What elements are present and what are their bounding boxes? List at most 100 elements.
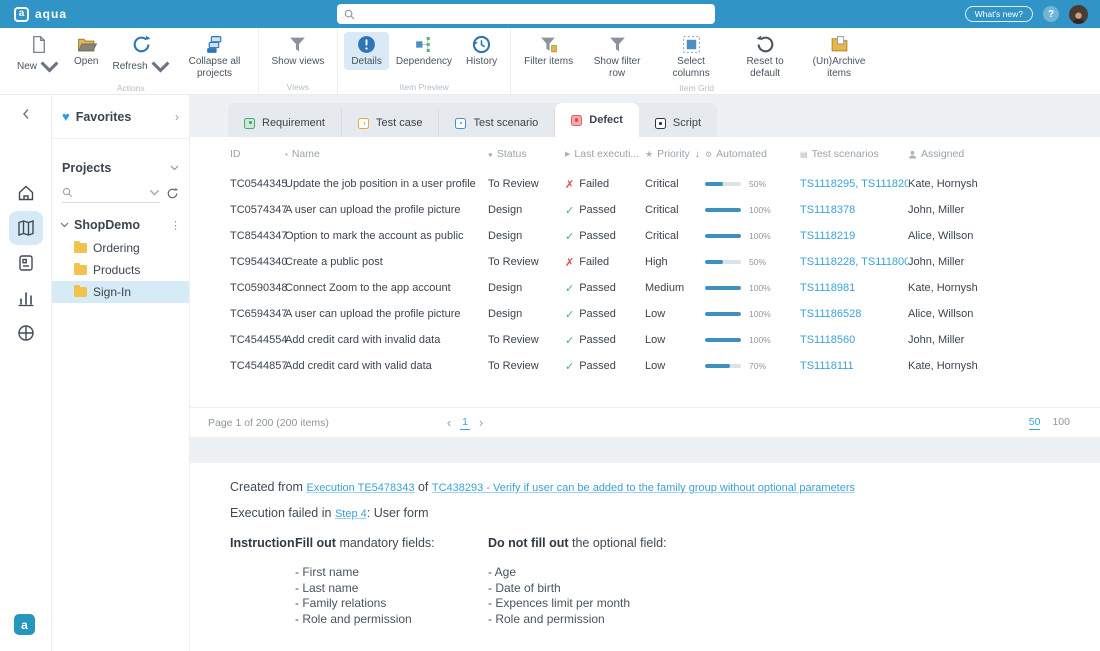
page-size-100[interactable]: 100: [1052, 416, 1070, 430]
prev-page-button[interactable]: ‹: [447, 415, 451, 430]
open-folder-icon: [76, 34, 97, 55]
help-icon[interactable]: ?: [1043, 6, 1059, 22]
tab-requirement[interactable]: Requirement: [228, 109, 342, 137]
search-input[interactable]: [360, 9, 708, 20]
collapse-sidebar-button[interactable]: [20, 107, 32, 126]
cell-test-scenarios: TS1118981: [800, 282, 908, 294]
page-number[interactable]: 1: [460, 416, 470, 430]
avatar[interactable]: [1069, 5, 1088, 24]
test-scenario-link[interactable]: TS1118219: [800, 230, 855, 242]
test-case-link[interactable]: TC438293 - Verify if user can be added t…: [432, 482, 855, 494]
progress-bar: [705, 234, 741, 238]
instruction-item: - Role and permission: [295, 612, 488, 628]
table-row[interactable]: TC0590348 Connect Zoom to the app accoun…: [230, 275, 1070, 301]
tab-script[interactable]: Script: [639, 109, 717, 137]
details-label: Details: [351, 56, 382, 68]
next-page-button[interactable]: ›: [479, 415, 483, 430]
kebab-menu-icon[interactable]: ⋮: [170, 219, 181, 232]
instruction-item: - Last name: [295, 581, 488, 597]
table-row[interactable]: TC0574347 A user can upload the profile …: [230, 197, 1070, 223]
chevron-right-icon[interactable]: ›: [175, 110, 179, 124]
search-icon: [344, 9, 355, 20]
favorites-row[interactable]: ♥ Favorites ›: [52, 95, 189, 139]
tree-item-sign-in[interactable]: Sign-In: [52, 281, 189, 303]
step-link[interactable]: Step 4: [335, 508, 367, 520]
dependency-button[interactable]: Dependency: [389, 32, 459, 70]
select-columns-button[interactable]: Select columns: [654, 32, 728, 81]
whats-new-button[interactable]: What's new?: [965, 6, 1033, 22]
refresh-button[interactable]: Refresh: [105, 32, 177, 79]
open-button[interactable]: Open: [67, 32, 105, 70]
table-row[interactable]: TC4544554 Add credit card with invalid d…: [230, 327, 1070, 353]
select-columns-label: Select columns: [661, 56, 721, 79]
failed-suffix-text: : User form: [367, 506, 429, 520]
test-scenario-link[interactable]: TS1118111: [800, 360, 854, 372]
test-scenario-link[interactable]: TS1118560: [800, 334, 855, 346]
table-row[interactable]: TC6594347 A user can upload the profile …: [230, 301, 1070, 327]
column-header-status[interactable]: ●Status: [488, 148, 565, 160]
page-size-50[interactable]: 50: [1029, 416, 1041, 430]
chevron-down-icon[interactable]: [149, 187, 160, 198]
test-scenario-link[interactable]: TS11186528: [800, 308, 861, 320]
column-header-automated[interactable]: ⚙Automated: [705, 148, 800, 160]
unarchive-items-button[interactable]: (Un)Archive items: [802, 32, 876, 81]
table-row[interactable]: TC4544857 Add credit card with valid dat…: [230, 353, 1070, 379]
global-search[interactable]: [337, 4, 715, 24]
chevron-down-icon[interactable]: [60, 222, 69, 228]
collapse-all-projects-button[interactable]: Collapse all projects: [178, 32, 252, 81]
cell-last-execution: ✓ Passed: [565, 308, 645, 321]
cell-priority: Critical: [645, 230, 705, 242]
table-row[interactable]: TC9544340 Create a public post To Review…: [230, 249, 1070, 275]
column-header-name[interactable]: ▪Name: [285, 148, 488, 160]
tab-test-scenario[interactable]: Test scenario: [439, 109, 555, 137]
table-row[interactable]: TC0544345 Update the job position in a u…: [230, 171, 1070, 197]
rail-home-button[interactable]: [9, 176, 43, 210]
cell-automated: 100%: [705, 231, 800, 241]
rail-reports-button[interactable]: [9, 246, 43, 280]
refresh-label: Refresh: [112, 61, 147, 73]
tab-test-case[interactable]: Test case: [342, 109, 439, 137]
aqua-footer-logo-icon: a: [14, 614, 35, 635]
rail-integrations-button[interactable]: [9, 316, 43, 350]
rail-charts-button[interactable]: [9, 281, 43, 315]
cell-test-scenarios: TS1118378: [800, 204, 908, 216]
column-header-id[interactable]: ID: [230, 148, 285, 160]
show-filter-row-button[interactable]: Show filter row: [580, 32, 654, 81]
star-icon: ★: [645, 149, 653, 160]
cell-automated: 100%: [705, 283, 800, 293]
reset-to-default-button[interactable]: Reset to default: [728, 32, 802, 81]
cell-name: A user can upload the profile picture: [285, 204, 488, 216]
test-scenario-link[interactable]: TS1118228, TS1118002: [800, 256, 908, 268]
new-button[interactable]: New: [10, 32, 67, 79]
column-header-assigned[interactable]: Assigned: [908, 148, 1070, 160]
column-header-last-execution[interactable]: ▶Last executi...: [565, 148, 645, 160]
project-search-input[interactable]: [62, 183, 160, 203]
projects-header[interactable]: Projects: [52, 139, 189, 183]
show-views-button[interactable]: Show views: [265, 32, 332, 70]
reset-label: Reset to default: [735, 56, 795, 79]
tree-item-products[interactable]: Products: [52, 259, 189, 281]
column-header-test-scenarios[interactable]: ▤Test scenarios: [800, 148, 908, 160]
details-button[interactable]: Details: [344, 32, 389, 70]
table-row[interactable]: TC8544347 Option to mark the account as …: [230, 223, 1070, 249]
cell-assigned: Alice, Willson: [908, 308, 1070, 320]
progress-percent: 100%: [749, 283, 771, 293]
tab-defect[interactable]: Defect: [555, 103, 639, 137]
rail-projects-button[interactable]: [9, 211, 43, 245]
tree-item-ordering[interactable]: Ordering: [52, 237, 189, 259]
test-scenario-link[interactable]: TS1118295, TS1118203: [800, 178, 908, 190]
content: Requirement Test case Test scenario Defe…: [190, 95, 1100, 651]
execution-link[interactable]: Execution TE5478343: [306, 482, 414, 494]
test-scenario-link[interactable]: TS1118378: [800, 204, 855, 216]
column-header-priority[interactable]: ★Priority↓: [645, 148, 705, 160]
collapse-label: Collapse all projects: [185, 56, 245, 79]
refresh-tree-icon[interactable]: [166, 187, 179, 200]
history-button[interactable]: History: [459, 32, 504, 70]
test-scenario-link[interactable]: TS1118981: [800, 282, 855, 294]
scenarios-column-icon: ▤: [800, 150, 808, 159]
filter-items-button[interactable]: Filter items: [517, 32, 580, 70]
gear-icon: ⚙: [705, 150, 712, 159]
tree-node-shopdemo[interactable]: ShopDemo ⋮: [52, 213, 189, 237]
cell-automated: 100%: [705, 309, 800, 319]
cell-test-scenarios: TS1118295, TS1118203: [800, 178, 908, 190]
